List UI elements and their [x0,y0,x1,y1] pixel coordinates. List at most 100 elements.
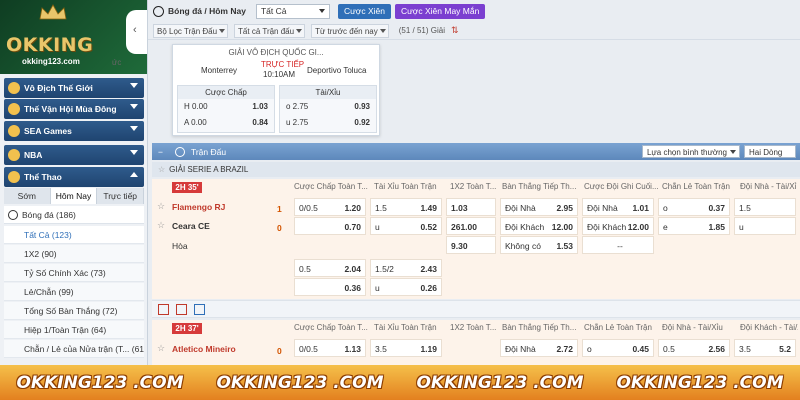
order-select[interactable]: Lựa chọn bình thường [641,145,740,158]
away-team: Ceara CE [172,221,210,231]
odds-value: 1.03 [451,203,468,213]
sidebar-market-item[interactable]: Lẻ/Chẵn (99) [4,283,144,301]
sidebar-category[interactable]: NBA [4,145,144,165]
market-select[interactable]: Tất Cả [255,3,330,19]
sidebar-market-item[interactable]: Tỷ Số Chính Xác (73) [4,264,144,282]
sidebar-market-item[interactable]: Chẵn / Lẻ của Nửa trận (T... (61) [4,340,144,358]
star-icon[interactable]: ☆ [157,220,165,231]
column-header: Cược Chấp Toàn T... [294,323,368,332]
sidebar-category[interactable]: Thế Vận Hội Mùa Đông [4,99,144,119]
sort-icon[interactable]: ⇅ [451,25,459,36]
sidebar-category[interactable]: SEA Games [4,121,144,141]
odds-cell: -- [582,236,654,254]
odds-line: H 0.00 [184,102,208,111]
odds-cell[interactable]: Đội Khách 12.00 [582,217,654,235]
odds-cell[interactable]: 0.5 2.04 [294,259,366,277]
odds-cell[interactable]: 1.5 [734,198,796,216]
odds-cell[interactable]: 3.5 1.19 [370,339,442,357]
odds-cell[interactable]: e 1.85 [658,217,730,235]
lucky-parlay-button[interactable]: Cược Xiên May Mắn [394,3,486,19]
odds-cell[interactable]: 0.5 2.56 [658,339,730,357]
star-icon[interactable]: ☆ [157,201,165,212]
tab-today[interactable]: Hôm Nay [50,188,98,204]
featured-match-card[interactable]: GIẢI VÔ ĐỊCH QUỐC GI... Monterrey TRỰC T… [172,44,380,136]
logo[interactable]: OKKING okking123.com ‹ [0,0,147,74]
column-header: Đội Nhà - Tài/Xỉ [740,182,797,191]
odds-cell[interactable]: o 0.45 [582,339,654,357]
view-select[interactable]: Hai Dòng [744,145,796,158]
odds-cell[interactable]: u 2.75 0.92 [280,115,376,131]
odds-cell[interactable]: u 0.26 [370,278,442,296]
sidebar-market-item[interactable]: 1X2 (90) [4,245,144,263]
match-filter[interactable]: Tất cả Trận đấu [234,23,306,38]
odds-line: o 2.75 [286,102,309,111]
odds-value: 1.20 [344,203,361,213]
odds-value: 2.04 [344,264,361,274]
odds-cell[interactable]: 1.03 [446,198,496,216]
odds-line: e [663,222,668,232]
odds-cell[interactable]: o 2.75 0.93 [280,99,376,115]
soccer-ball-icon [153,5,164,17]
category-label: NBA [24,150,43,160]
chevron-up-icon [130,172,138,177]
odds-cell[interactable]: Không có 1.53 [500,236,578,254]
odds-line: Đội Nhà [505,203,536,213]
star-icon[interactable]: ☆ [158,165,165,174]
collapse-icon[interactable]: − [158,147,163,157]
odds-cell[interactable]: A 0.00 0.84 [178,115,274,131]
chevron-down-icon [379,28,386,33]
category-icon [8,125,20,137]
sport-count: (186) [56,209,76,220]
odds-value: 2.95 [556,203,573,213]
odds-cell[interactable]: 0.36 [294,278,366,296]
sidebar-category[interactable]: Thể Thao [4,167,144,187]
sidebar-sport-football[interactable]: Bóng đá (186) [4,206,144,224]
odds-cell[interactable]: Đội Nhà 2.95 [500,198,578,216]
home-score: 1 [277,204,282,214]
star-icon[interactable]: ☆ [157,343,165,354]
sidebar-market-item[interactable]: Tổng Số Bàn Thắng (72) [4,302,144,320]
odds-cell[interactable]: Đội Nhà 2.72 [500,339,578,357]
odds-cell[interactable]: 0.70 [294,217,366,235]
parlay-button[interactable]: Cược Xiên [337,3,391,19]
matches-panel-header: − Trận Đấu Lựa chọn bình thường Hai Dòng [152,143,800,160]
odds-value: 1.19 [420,344,437,354]
odds-cell[interactable]: 1.5 1.49 [370,198,442,216]
odds-value: 2.56 [708,344,725,354]
order-select-value: Lựa chọn bình thường [646,148,727,157]
column-header: Bàn Thắng Tiếp Th... [502,323,577,332]
odds-cell[interactable]: o 0.37 [658,198,730,216]
odds-cell[interactable]: u [734,217,796,235]
odds-cell[interactable]: 9.30 [446,236,496,254]
league-filter[interactable]: Bộ Lọc Trận Đấu [153,23,229,38]
chevron-down-icon [130,126,138,131]
odds-value: 12.00 [551,222,573,232]
sidebar-collapse-tab[interactable]: ‹ [126,10,147,54]
stats-icon[interactable] [176,304,187,315]
tab-live[interactable]: Trực tiếp [97,188,145,204]
category-icon [8,103,20,115]
odds-value: 1.49 [420,203,437,213]
odds-cell[interactable]: H 0.00 1.03 [178,99,274,115]
odds-cell[interactable]: Đội Nhà 1.01 [582,198,654,216]
odds-cell[interactable]: u 0.52 [370,217,442,235]
odds-cell[interactable]: 0/0.5 1.13 [294,339,366,357]
category-label: Vô Địch Thế Giới [24,83,93,93]
odds-line: 1.5/2 [375,264,394,274]
time-filter[interactable]: Từ trước đến nay [311,23,389,38]
sidebar-market-item[interactable]: Hiệp 1/Toàn Trận (64) [4,321,144,339]
grid-icon[interactable] [158,304,169,315]
sidebar-category[interactable]: Vô Địch Thế Giới [4,78,144,98]
odds-cell[interactable]: Đội Khách 12.00 [500,217,578,235]
column-header: Chẵn Lẻ Toàn Trận [584,323,652,332]
tab-early[interactable]: Sớm [4,188,51,204]
odds-cell[interactable]: 261.00 [446,217,496,235]
odds-cell[interactable]: 1.5/2 2.43 [370,259,442,277]
logo-brand: OKKING [6,34,94,56]
odds-cell[interactable]: 0/0.5 1.20 [294,198,366,216]
chart-icon[interactable] [194,304,205,315]
league-row[interactable]: ☆ GIẢI SERIE A BRAZIL [152,162,800,177]
sidebar-market-item[interactable]: Tất Cả (123) [4,226,144,244]
odds-cell[interactable]: 3.5 5.2 [734,339,796,357]
promo-banner[interactable]: OKKING123 .COM OKKING123 .COM OKKING123 … [0,365,800,400]
